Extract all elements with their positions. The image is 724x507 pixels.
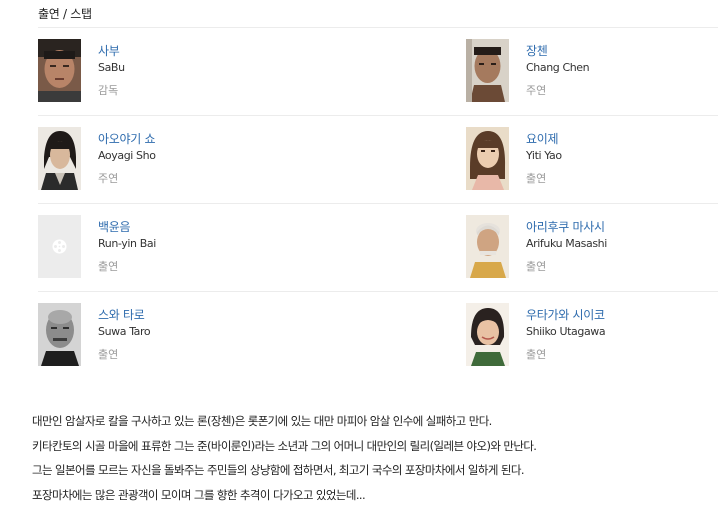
cast-info: 백윤음 Run-yin Bai 출연 [98, 219, 156, 274]
film-reel-placeholder-icon [38, 215, 81, 278]
portrait-suwa-taro [38, 303, 81, 366]
cast-name-english: Yiti Yao [526, 149, 562, 162]
cast-info: 요이제 Yiti Yao 출연 [526, 131, 562, 186]
cast-photo[interactable] [466, 303, 509, 366]
cast-name-link[interactable]: 사부 [98, 43, 125, 59]
cast-item: 장첸 Chang Chen 주연 [466, 39, 724, 103]
cast-info: 우타가와 시이코 Shiiko Utagawa 출연 [526, 307, 606, 362]
cast-item: 스와 타로 Suwa Taro 출연 [38, 303, 338, 367]
cast-info: 장첸 Chang Chen 주연 [526, 43, 590, 98]
cast-role: 출연 [526, 348, 547, 361]
synopsis-line: 그는 일본어를 모르는 자신을 돌봐주는 주민들의 상냥함에 접하면서, 최고기… [32, 463, 524, 477]
cast-info: 아오야기 쇼 Aoyagi Sho 주연 [98, 131, 156, 186]
cast-row: 백윤음 Run-yin Bai 출연 아리후쿠 마사시 Arifuku Masa… [38, 204, 718, 292]
cast-name-english: Run-yin Bai [98, 237, 156, 250]
cast-role: 주연 [98, 172, 119, 185]
portrait-arifuku-masashi [466, 215, 509, 278]
cast-name-link[interactable]: 스와 타로 [98, 307, 150, 323]
cast-item: 아오야기 쇼 Aoyagi Sho 주연 [38, 127, 338, 191]
cast-name-english: Chang Chen [526, 61, 590, 74]
cast-item: 사부 SaBu 감독 [38, 39, 338, 103]
cast-name-link[interactable]: 우타가와 시이코 [526, 307, 605, 323]
cast-role: 감독 [98, 84, 119, 97]
cast-list: 사부 SaBu 감독 장첸 Chang Chen 주연 아오야기 쇼 Aoyag… [38, 28, 718, 379]
portrait-aoyagi-sho [38, 127, 81, 190]
portrait-chang-chen [466, 39, 509, 102]
cast-row: 스와 타로 Suwa Taro 출연 우타가와 시이코 Shiiko Utaga… [38, 292, 718, 379]
portrait-shiiko-utagawa [466, 303, 509, 366]
cast-row: 사부 SaBu 감독 장첸 Chang Chen 주연 [38, 28, 718, 116]
cast-photo[interactable] [466, 215, 509, 278]
cast-item: 우타가와 시이코 Shiiko Utagawa 출연 [466, 303, 724, 367]
cast-name-link[interactable]: 장첸 [526, 43, 589, 59]
synopsis-line: 대만인 암살자로 칼을 구사하고 있는 론(장첸)은 롯폰기에 있는 대만 마피… [32, 414, 492, 428]
cast-role: 출연 [526, 260, 547, 273]
cast-item: 요이제 Yiti Yao 출연 [466, 127, 724, 191]
cast-photo[interactable] [466, 39, 509, 102]
cast-name-english: Aoyagi Sho [98, 149, 156, 162]
section-title: 출연 / 스탭 [38, 7, 92, 21]
cast-item: 백윤음 Run-yin Bai 출연 [38, 215, 338, 279]
cast-name-link[interactable]: 요이제 [526, 131, 562, 147]
cast-photo[interactable] [466, 127, 509, 190]
cast-item: 아리후쿠 마사시 Arifuku Masashi 출연 [466, 215, 724, 279]
synopsis-line: 포장마차에는 많은 관광객이 모이며 그를 향한 추격이 다가오고 있었는데..… [32, 487, 366, 502]
cast-name-link[interactable]: 아오야기 쇼 [98, 131, 156, 147]
portrait-sabu [38, 39, 81, 102]
cast-photo[interactable] [38, 127, 81, 190]
cast-role: 출연 [98, 348, 119, 361]
cast-info: 스와 타로 Suwa Taro 출연 [98, 307, 151, 362]
cast-row: 아오야기 쇼 Aoyagi Sho 주연 요이제 Yiti Yao 출연 [38, 116, 718, 204]
cast-info: 아리후쿠 마사시 Arifuku Masashi 출연 [526, 219, 607, 274]
cast-role: 출연 [526, 172, 547, 185]
cast-name-english: Arifuku Masashi [526, 237, 607, 250]
cast-role: 출연 [98, 260, 119, 273]
cast-name-link[interactable]: 백윤음 [98, 219, 156, 235]
cast-photo[interactable] [38, 303, 81, 366]
cast-role: 주연 [526, 84, 547, 97]
portrait-yiti-yao [466, 127, 509, 190]
cast-name-link[interactable]: 아리후쿠 마사시 [526, 219, 607, 235]
synopsis-line: 키타칸토의 시골 마을에 표류한 그는 준(바이룬인)라는 소년과 그의 어머니… [32, 438, 537, 453]
cast-name-english: Suwa Taro [98, 325, 151, 338]
cast-photo[interactable] [38, 215, 81, 278]
cast-photo[interactable] [38, 39, 81, 102]
cast-info: 사부 SaBu 감독 [98, 43, 125, 98]
synopsis: 대만인 암살자로 칼을 구사하고 있는 론(장첸)은 롯폰기에 있는 대만 마피… [32, 409, 712, 507]
cast-name-english: SaBu [98, 61, 125, 74]
cast-name-english: Shiiko Utagawa [526, 325, 606, 338]
